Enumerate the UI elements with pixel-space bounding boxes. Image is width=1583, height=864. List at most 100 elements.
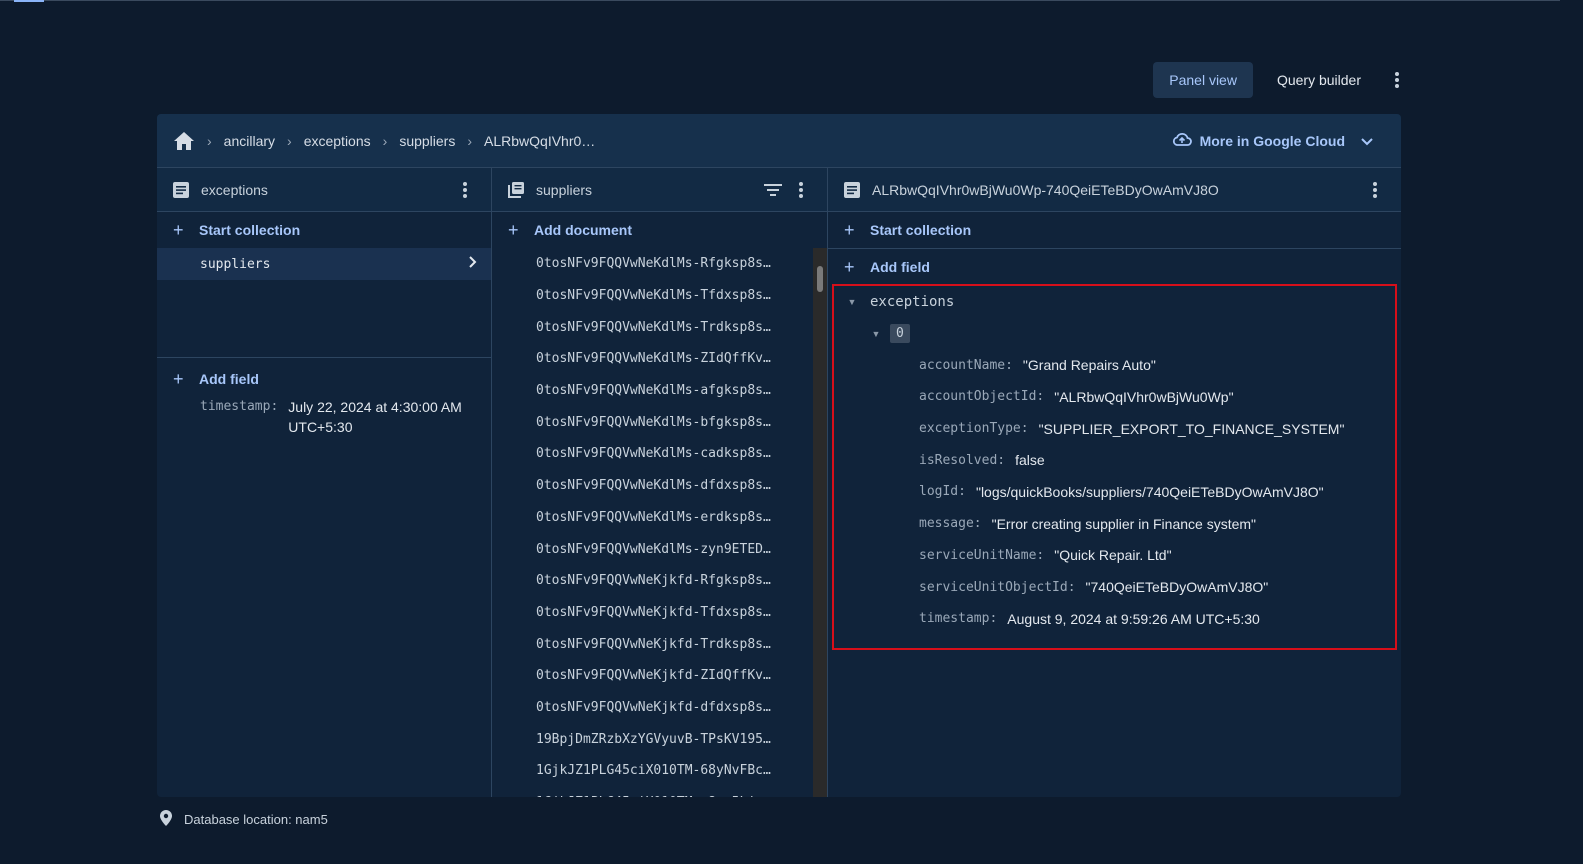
document-list-item[interactable]: 0tosNFv9FQQVwNeKdlMs-zyn9ETED… <box>492 533 813 565</box>
field-value: "Grand Repairs Auto" <box>1022 357 1156 374</box>
add-field-button[interactable]: + Add field <box>828 249 1401 285</box>
suppliers-collection-column: suppliers + Add document 0tosNFv9FQQVwNe… <box>492 168 828 797</box>
document-list-item[interactable]: 0tosNFv9FQQVwNeKjkfd-Trdksp8s… <box>492 628 813 660</box>
field-value: "logs/quickBooks/suppliers/740QeiETeBDyO… <box>975 483 1324 500</box>
document-list-item[interactable]: 0tosNFv9FQQVwNeKdlMs-dfdxsp8s… <box>492 470 813 502</box>
google-cloud-label: More in Google Cloud <box>1199 132 1345 149</box>
breadcrumb-ancillary[interactable]: ancillary <box>224 133 275 149</box>
start-collection-button[interactable]: + Start collection <box>828 212 1401 248</box>
tab-indicator <box>14 0 44 2</box>
more-options-icon[interactable] <box>1363 178 1387 202</box>
field-key: timestamp: <box>200 399 279 414</box>
field-key: exceptionType: <box>919 421 1029 437</box>
column-header: ALRbwQqIVhr0wBjWu0Wp-740QeiETeBDyOwAmVJ8… <box>828 168 1401 212</box>
map-field-row[interactable]: exceptionType: "SUPPLIER_EXPORT_TO_FINANC… <box>834 413 1395 445</box>
chevron-right-icon <box>469 256 477 272</box>
array-field-name: exceptions <box>870 293 955 310</box>
add-field-label: Add field <box>870 259 930 275</box>
document-list-item[interactable]: 1GjkJZ1PLG45ciX010TM-r8vq5Lje… <box>492 787 813 797</box>
database-location-label: Database location: nam5 <box>184 812 328 827</box>
array-index-row[interactable]: ▼ 0 <box>834 318 1395 350</box>
map-field-row[interactable]: accountName: "Grand Repairs Auto" <box>834 349 1395 381</box>
map-field-row[interactable]: timestamp: August 9, 2024 at 9:59:26 AM U… <box>834 603 1395 635</box>
scrollbar-thumb[interactable] <box>817 266 823 292</box>
map-field-row[interactable]: serviceUnitName: "Quick Repair. Ltd" <box>834 540 1395 572</box>
breadcrumb: › ancillary › exceptions › suppliers › A… <box>157 114 1401 168</box>
document-list-item[interactable]: 0tosNFv9FQQVwNeKdlMs-Rfgksp8s… <box>492 248 813 280</box>
collection-item-suppliers[interactable]: suppliers <box>157 248 491 280</box>
field-key: accountName: <box>919 357 1013 373</box>
breadcrumb-exceptions[interactable]: exceptions <box>304 133 371 149</box>
plus-icon: + <box>844 257 855 277</box>
firestore-data-panel: › ancillary › exceptions › suppliers › A… <box>157 114 1401 797</box>
plus-icon: + <box>173 220 184 240</box>
plus-icon: + <box>173 369 184 389</box>
field-key: accountObjectId: <box>919 389 1045 405</box>
panel-view-button[interactable]: Panel view <box>1153 62 1253 98</box>
breadcrumb-document[interactable]: ALRbwQqIVhr0… <box>484 133 595 149</box>
document-list-item[interactable]: 0tosNFv9FQQVwNeKjkfd-Rfgksp8s… <box>492 565 813 597</box>
document-list-item[interactable]: 0tosNFv9FQQVwNeKdlMs-bfgksp8s… <box>492 406 813 438</box>
plus-icon: + <box>844 220 855 240</box>
more-in-google-cloud-button[interactable]: More in Google Cloud <box>1172 132 1385 149</box>
more-options-icon[interactable] <box>789 178 813 202</box>
field-value: "740QeiETeBDyOwAmVJ8O" <box>1085 579 1269 596</box>
view-switch: Panel view Query builder <box>1153 62 1409 98</box>
add-field-button[interactable]: + Add field <box>157 361 491 397</box>
field-row: timestamp: July 22, 2024 at 4:30:00 AM U… <box>157 397 491 437</box>
map-field-row[interactable]: isResolved: false <box>834 444 1395 476</box>
field-value: "Quick Repair. Ltd" <box>1054 547 1172 564</box>
add-field-label: Add field <box>199 371 259 387</box>
map-field-row[interactable]: serviceUnitObjectId: "740QeiETeBDyOwAmVJ8… <box>834 571 1395 603</box>
document-list-item[interactable]: 0tosNFv9FQQVwNeKjkfd-Tfdxsp8s… <box>492 597 813 629</box>
document-list-item[interactable]: 0tosNFv9FQQVwNeKdlMs-afgksp8s… <box>492 375 813 407</box>
document-list-item[interactable]: 0tosNFv9FQQVwNeKjkfd-ZIdQffKv… <box>492 660 813 692</box>
map-field-row[interactable]: logId: "logs/quickBooks/suppliers/740QeiE… <box>834 476 1395 508</box>
home-icon[interactable] <box>173 130 195 152</box>
field-key: message: <box>919 516 982 532</box>
document-list-item[interactable]: 0tosNFv9FQQVwNeKdlMs-cadksp8s… <box>492 438 813 470</box>
scrollbar[interactable] <box>813 248 827 797</box>
plus-icon: + <box>508 220 519 240</box>
document-list-item[interactable]: 0tosNFv9FQQVwNeKdlMs-erdksp8s… <box>492 502 813 534</box>
array-field-row[interactable]: ▼ exceptions <box>834 286 1395 318</box>
field-value: August 9, 2024 at 9:59:26 AM UTC+5:30 <box>1007 610 1260 627</box>
map-field-row[interactable]: accountObjectId: "ALRbwQqIVhr0wBjWu0Wp" <box>834 381 1395 413</box>
more-options-icon[interactable] <box>1385 62 1409 98</box>
field-key: serviceUnitObjectId: <box>919 579 1076 595</box>
breadcrumb-suppliers[interactable]: suppliers <box>399 133 455 149</box>
document-list-item[interactable]: 1GjkJZ1PLG45ciX010TM-68yNvFBc… <box>492 755 813 787</box>
field-key: serviceUnitName: <box>919 547 1045 563</box>
start-collection-label: Start collection <box>199 222 301 238</box>
document-list-item[interactable]: 0tosNFv9FQQVwNeKdlMs-Tfdxsp8s… <box>492 280 813 312</box>
location-pin-icon <box>160 810 172 829</box>
map-field-row[interactable]: message: "Error creating supplier in Fina… <box>834 508 1395 540</box>
array-index-badge: 0 <box>890 324 910 344</box>
document-icon <box>844 181 862 199</box>
document-list-item[interactable]: 0tosNFv9FQQVwNeKdlMs-Trdksp8s… <box>492 311 813 343</box>
add-document-label: Add document <box>534 222 632 238</box>
chevron-right-icon: › <box>207 132 212 149</box>
chevron-right-icon: › <box>467 132 473 149</box>
chevron-right-icon: › <box>287 132 292 149</box>
collection-icon <box>508 181 526 199</box>
add-document-button[interactable]: + Add document <box>492 212 827 248</box>
field-key: logId: <box>919 484 966 500</box>
chevron-right-icon: › <box>382 132 388 149</box>
start-collection-button[interactable]: + Start collection <box>157 212 491 248</box>
more-options-icon[interactable] <box>453 178 477 202</box>
document-list-item[interactable]: 19BpjDmZRzbXzYGVyuvB-TPsKV195… <box>492 723 813 755</box>
top-border <box>0 0 1560 2</box>
document-column: ALRbwQqIVhr0wBjWu0Wp-740QeiETeBDyOwAmVJ8… <box>828 168 1401 797</box>
column-header: suppliers <box>492 168 827 212</box>
query-builder-button[interactable]: Query builder <box>1261 62 1377 98</box>
column-title: exceptions <box>201 181 268 198</box>
document-list-item[interactable]: 0tosNFv9FQQVwNeKdlMs-ZIdQffKv… <box>492 343 813 375</box>
filter-icon[interactable] <box>761 178 785 202</box>
column-title: suppliers <box>536 181 593 198</box>
collapse-triangle-icon[interactable]: ▼ <box>870 329 882 339</box>
document-list: 0tosNFv9FQQVwNeKdlMs-Rfgksp8s… 0tosNFv9FQ… <box>492 248 813 797</box>
document-list-item[interactable]: 0tosNFv9FQQVwNeKjkfd-dfdxsp8s… <box>492 692 813 724</box>
cloud-icon <box>1172 132 1192 149</box>
collapse-triangle-icon[interactable]: ▼ <box>846 297 858 307</box>
